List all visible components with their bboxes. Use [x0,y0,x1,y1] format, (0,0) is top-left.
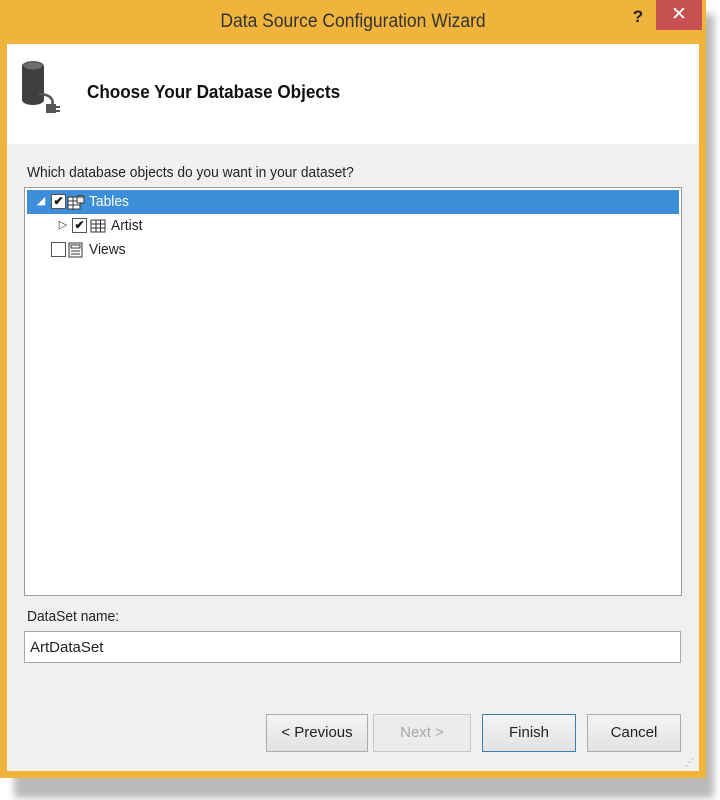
tables-checkbox[interactable]: ✔ [51,194,66,209]
title-bar[interactable]: Data Source Configuration Wizard ? ✕ [0,0,706,44]
window-title: Data Source Configuration Wizard [220,11,486,32]
views-checkbox[interactable] [51,242,66,257]
close-button[interactable]: ✕ [656,0,702,30]
page-title: Choose Your Database Objects [87,82,341,102]
tree-node-views[interactable]: Views [27,238,679,262]
dialog-client: Choose Your Database Objects Which datab… [7,44,699,771]
tables-folder-icon [67,195,85,210]
tree-node-artist[interactable]: ▷ ✔ Artist [27,214,679,238]
collapse-arrow-icon[interactable]: ◢ [35,194,47,208]
views-icon [68,242,83,258]
finish-button[interactable]: Finish [482,714,576,752]
tree-node-label: Artist [111,217,143,234]
help-button[interactable]: ? [626,6,650,30]
dataset-name-input[interactable] [24,631,681,663]
artist-checkbox[interactable]: ✔ [72,218,87,233]
wizard-window: Data Source Configuration Wizard ? ✕ Cho… [0,0,706,778]
tree-node-label: Tables [89,193,129,210]
expand-arrow-icon[interactable]: ▷ [57,218,69,232]
tree-node-label: Views [89,241,126,258]
database-icon [22,61,60,113]
objects-prompt: Which database objects do you want in yo… [27,164,354,181]
dataset-name-label: DataSet name: [27,608,120,625]
resize-grip-icon[interactable]: ⋰ [685,757,697,769]
next-button[interactable]: Next > [373,714,471,752]
cancel-button[interactable]: Cancel [587,714,681,752]
close-icon: ✕ [671,4,687,25]
tree-node-tables[interactable]: ◢ ✔ Tables [27,190,679,214]
table-grid-icon [90,219,106,233]
header-panel: Choose Your Database Objects [7,44,699,144]
previous-button[interactable]: < Previous [266,714,368,752]
database-objects-tree[interactable]: ◢ ✔ Tables ▷ ✔ Artist Views [24,187,682,596]
